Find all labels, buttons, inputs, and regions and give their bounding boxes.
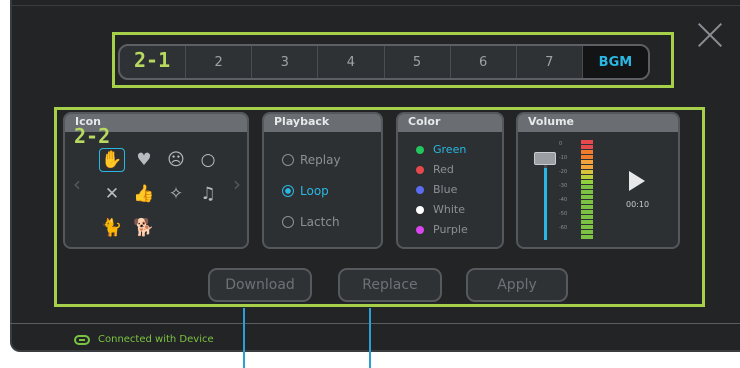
playback-panel-title: Playback — [264, 114, 381, 132]
sad-face-icon[interactable]: ☹ — [163, 148, 189, 172]
heart-icon[interactable]: ♥ — [131, 148, 157, 172]
color-swatch — [416, 185, 424, 194]
color-option-green[interactable]: Green — [416, 143, 466, 156]
scale-label: -10 — [559, 155, 568, 161]
callout-line-download — [243, 308, 245, 368]
option-label: Purple — [433, 223, 468, 236]
window-top-bar — [10, 0, 740, 6]
scale-label: -60 — [559, 225, 568, 231]
scale-label: 0 — [559, 141, 563, 147]
download-button[interactable]: Download — [208, 268, 312, 302]
thumbs-up-icon[interactable]: 👍 — [131, 182, 157, 206]
scale-label: -20 — [559, 169, 568, 175]
color-option-blue[interactable]: Blue — [416, 183, 457, 196]
tab-label: BGM — [598, 54, 633, 70]
icon-grid: ✋ ♥ ☹ ○ ✕ 👍 ✧ ♫ 🐈 🐕 — [99, 148, 221, 240]
option-label: Lactch — [300, 215, 340, 229]
tab-6[interactable]: 6 — [451, 46, 517, 78]
footer-divider — [10, 323, 740, 324]
option-label: Blue — [433, 183, 458, 196]
color-swatch — [416, 205, 424, 214]
option-label: Green — [433, 143, 467, 156]
color-swatch — [416, 225, 424, 234]
radio-icon — [282, 216, 294, 228]
color-option-purple[interactable]: Purple — [416, 223, 468, 236]
radio-selected-icon — [282, 185, 294, 197]
color-swatch — [416, 145, 424, 154]
playback-panel: Playback Replay Loop Lactch — [262, 112, 383, 249]
callout-line-replace — [369, 308, 371, 368]
option-label: Red — [433, 163, 454, 176]
channel-tabs: 2 3 4 5 6 7 BGM — [118, 44, 650, 80]
chevron-right-icon[interactable]: › — [233, 172, 241, 196]
music-icon[interactable]: ♫ — [195, 182, 221, 206]
scale-label: -40 — [559, 197, 568, 203]
volume-slider-handle[interactable] — [534, 152, 556, 165]
level-meter — [581, 140, 593, 240]
option-label: Loop — [300, 184, 329, 198]
close-icon[interactable] — [697, 22, 723, 48]
hand-icon[interactable]: ✋ — [99, 148, 125, 172]
color-panel: Color Green Red Blue White Purple — [396, 112, 504, 249]
option-label: Replay — [300, 153, 341, 167]
playback-time: 00:10 — [626, 200, 650, 209]
color-option-white[interactable]: White — [416, 203, 465, 216]
apply-button[interactable]: Apply — [466, 268, 568, 302]
tab-2[interactable]: 2 — [186, 46, 253, 78]
cat-icon[interactable]: 🐈 — [99, 216, 125, 240]
sparkle-icon[interactable]: ✧ — [163, 182, 189, 206]
status-text: Connected with Device — [98, 334, 214, 345]
tab-5[interactable]: 5 — [385, 46, 451, 78]
scale-label: -30 — [559, 183, 568, 189]
panels-section-tag: 2-2 — [74, 124, 111, 148]
connection-status: Connected with Device — [74, 334, 214, 345]
color-swatch — [416, 165, 424, 174]
tab-label: 4 — [346, 54, 356, 70]
tab-label: 7 — [545, 54, 554, 70]
circle-icon[interactable]: ○ — [195, 148, 221, 172]
tab-label: 2 — [214, 54, 223, 70]
tab-bgm[interactable]: BGM — [582, 46, 648, 78]
tabs-section-tag: 2-1 — [134, 48, 171, 72]
tab-7[interactable]: 7 — [517, 46, 583, 78]
option-label: White — [433, 203, 465, 216]
playback-option-loop[interactable]: Loop — [282, 184, 329, 198]
volume-panel-title: Volume — [518, 114, 678, 132]
tab-label: 6 — [479, 54, 488, 70]
volume-slider-fill — [544, 168, 547, 240]
color-option-red[interactable]: Red — [416, 163, 454, 176]
replace-button[interactable]: Replace — [338, 268, 442, 302]
playback-option-replay[interactable]: Replay — [282, 153, 341, 167]
tab-3[interactable]: 3 — [252, 46, 319, 78]
radio-icon — [282, 154, 294, 166]
playback-option-lactch[interactable]: Lactch — [282, 215, 340, 229]
dog-icon[interactable]: 🐕 — [131, 216, 157, 240]
link-icon — [74, 334, 90, 345]
tab-label: 3 — [280, 54, 289, 70]
scale-label: -50 — [559, 211, 568, 217]
tab-4[interactable]: 4 — [318, 46, 385, 78]
chevron-left-icon[interactable]: ‹ — [73, 172, 81, 196]
x-icon[interactable]: ✕ — [99, 182, 125, 206]
tab-label: 5 — [412, 54, 422, 70]
color-panel-title: Color — [398, 114, 502, 132]
play-icon[interactable] — [629, 171, 645, 191]
volume-panel: Volume 0 -10 -20 -30 -40 -50 -60 00:10 — [516, 112, 680, 249]
